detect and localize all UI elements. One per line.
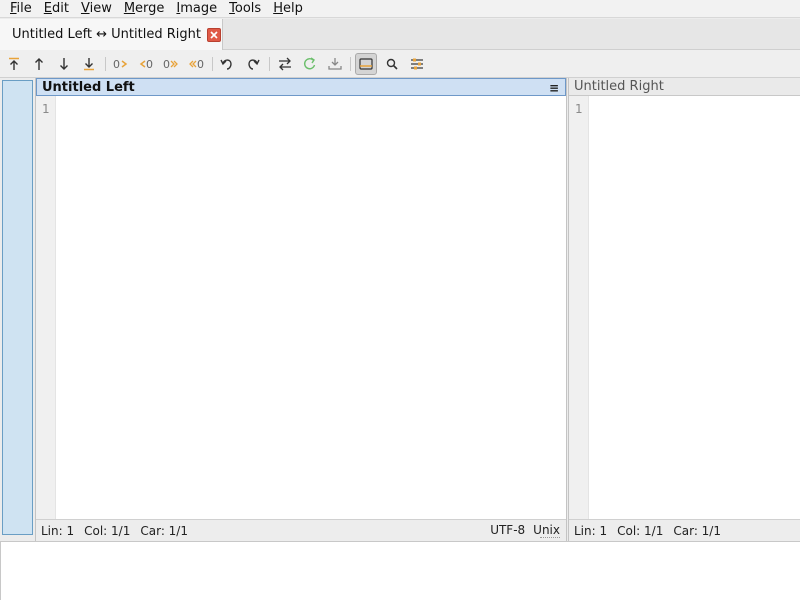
menu-image[interactable]: Image: [170, 0, 223, 17]
svg-text:0: 0: [163, 58, 170, 71]
copy-all-right-to-left-icon[interactable]: 0: [185, 53, 207, 75]
right-pane-header[interactable]: Untitled Right: [569, 78, 800, 96]
copy-all-left-to-right-icon[interactable]: 0: [160, 53, 182, 75]
status-line: Lin: 1: [574, 523, 608, 538]
menu-edit[interactable]: Edit: [38, 0, 75, 17]
tab-compare[interactable]: Untitled Left ↔ Untitled Right: [0, 19, 223, 50]
menu-view[interactable]: View: [75, 0, 118, 17]
location-strip[interactable]: [2, 80, 33, 535]
svg-text:0: 0: [146, 58, 153, 71]
line-number-gutter: 1: [569, 96, 589, 519]
options-icon[interactable]: [406, 53, 428, 75]
toolbar-separator: [350, 57, 351, 71]
toolbar: 0 0 0 0: [0, 50, 800, 78]
toolbar-separator: [105, 57, 106, 71]
left-pane: Untitled Left ≡ 1 Lin: 1 Col: 1/1 Car: 1…: [35, 78, 567, 541]
svg-text:0: 0: [113, 58, 120, 71]
menu-tools[interactable]: Tools: [223, 0, 267, 17]
left-pane-title: Untitled Left: [42, 79, 135, 95]
status-car: Car: 1/1: [673, 523, 721, 538]
hamburger-menu-icon[interactable]: ≡: [549, 81, 559, 95]
splitter-handle[interactable]: [540, 537, 560, 540]
search-icon[interactable]: [381, 53, 403, 75]
prev-diff-icon[interactable]: [28, 53, 50, 75]
line-number-gutter: 1: [36, 96, 56, 519]
status-eol[interactable]: Unix: [533, 523, 560, 537]
right-pane: Untitled Right 1 Lin: 1 Col: 1/1 Car: 1/…: [568, 78, 800, 541]
diff-detail-panel[interactable]: [0, 541, 800, 600]
status-car: Car: 1/1: [140, 523, 188, 538]
menu-help[interactable]: Help: [267, 0, 309, 17]
close-icon[interactable]: [206, 27, 221, 42]
left-status-bar: Lin: 1 Col: 1/1 Car: 1/1 UTF-8 Unix: [36, 519, 566, 541]
toolbar-separator: [212, 57, 213, 71]
last-diff-icon[interactable]: [78, 53, 100, 75]
status-encoding[interactable]: UTF-8: [490, 523, 525, 537]
status-col: Col: 1/1: [617, 523, 664, 538]
line-number: 1: [42, 102, 50, 116]
svg-text:0: 0: [197, 58, 204, 71]
menu-file[interactable]: File: [4, 0, 38, 17]
redo-icon[interactable]: [242, 53, 264, 75]
tab-strip: Untitled Left ↔ Untitled Right: [0, 19, 800, 50]
location-pane-icon[interactable]: [355, 53, 377, 75]
right-editor[interactable]: 1: [569, 96, 800, 519]
tab-label: Untitled Left ↔ Untitled Right: [12, 27, 201, 42]
left-pane-header[interactable]: Untitled Left ≡: [36, 78, 566, 96]
copy-left-to-right-icon[interactable]: 0: [110, 53, 132, 75]
line-number: 1: [575, 102, 583, 116]
left-editor[interactable]: 1: [36, 96, 566, 519]
right-pane-title: Untitled Right: [574, 79, 664, 94]
menu-bar: File Edit View Merge Image Tools Help: [0, 0, 800, 18]
status-line: Lin: 1: [41, 523, 75, 538]
swap-icon[interactable]: [274, 53, 296, 75]
copy-right-to-left-icon[interactable]: 0: [135, 53, 157, 75]
undo-icon[interactable]: [216, 53, 238, 75]
right-status-bar: Lin: 1 Col: 1/1 Car: 1/1: [569, 519, 800, 541]
status-col: Col: 1/1: [84, 523, 131, 538]
refresh-icon[interactable]: [299, 53, 321, 75]
toolbar-separator: [269, 57, 270, 71]
first-diff-icon[interactable]: [3, 53, 25, 75]
next-diff-icon[interactable]: [53, 53, 75, 75]
menu-merge[interactable]: Merge: [118, 0, 171, 17]
save-icon[interactable]: [324, 53, 346, 75]
